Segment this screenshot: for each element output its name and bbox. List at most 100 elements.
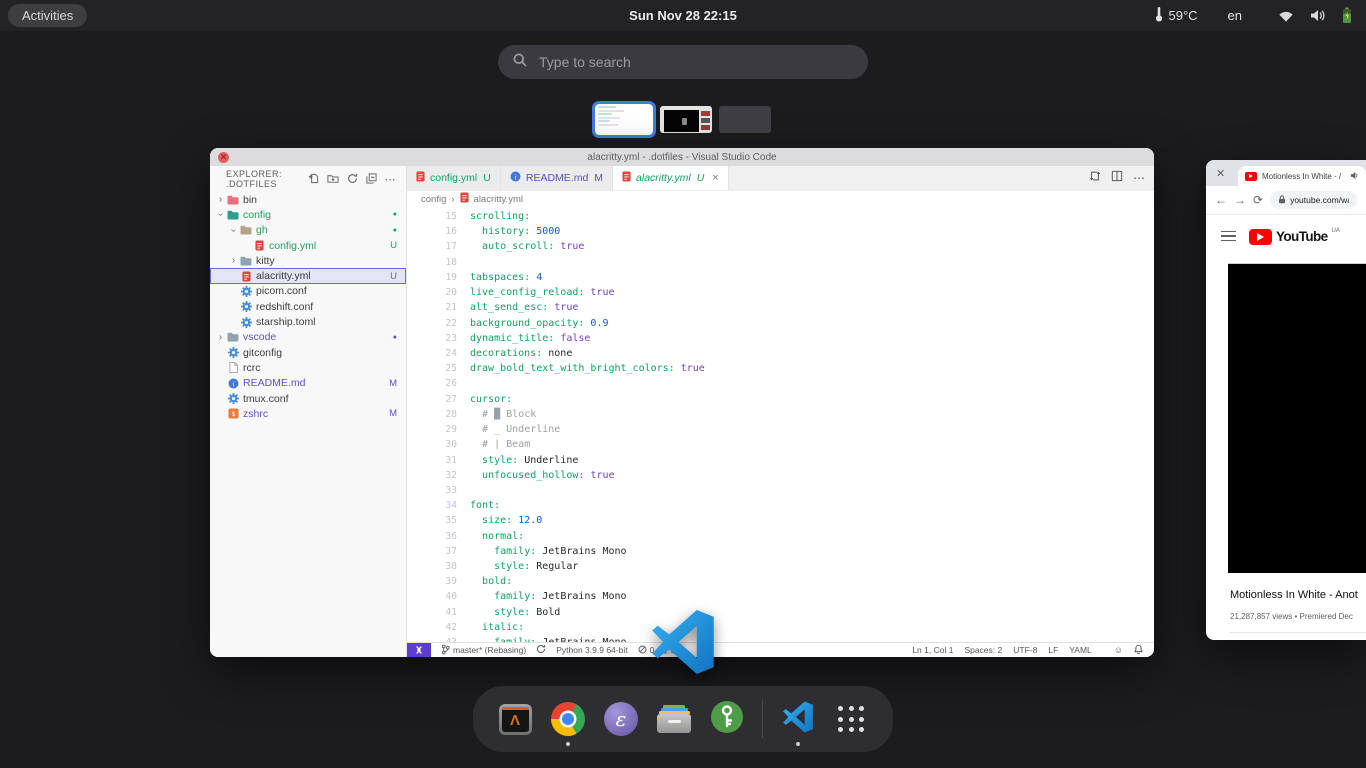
code-line[interactable]: 16 history: 5000 xyxy=(407,224,1154,239)
status-item[interactable]: LF xyxy=(1048,645,1058,655)
code-line[interactable]: 36 normal: xyxy=(407,529,1154,544)
forward-icon[interactable]: → xyxy=(1234,193,1246,207)
breadcrumb[interactable]: config › alacritty.yml xyxy=(407,191,1154,207)
open-changes-icon[interactable] xyxy=(1089,169,1101,187)
code-line[interactable]: 25draw_bold_text_with_bright_colors: tru… xyxy=(407,361,1154,376)
editor-tab[interactable]: iREADME.mdM xyxy=(501,166,613,190)
more-actions-icon[interactable]: ⋯ xyxy=(385,173,397,186)
code-line[interactable]: 23dynamic_title: false xyxy=(407,331,1154,346)
tree-item[interactable]: starship.toml xyxy=(210,314,406,329)
window-close-button[interactable]: ✕ xyxy=(218,152,229,163)
code-line[interactable]: 35 size: 12.0 xyxy=(407,513,1154,528)
search-input[interactable] xyxy=(537,53,853,71)
vscode-window[interactable]: ✕ alacritty.yml - .dotfiles - Visual Stu… xyxy=(210,148,1154,657)
notifications-bell-icon[interactable] xyxy=(1134,644,1143,656)
code-line[interactable]: 38 style: Regular xyxy=(407,559,1154,574)
code-line[interactable]: 34font: xyxy=(407,498,1154,513)
vscode-app-icon[interactable] xyxy=(650,609,716,675)
tree-item[interactable]: iREADME.mdM xyxy=(210,376,406,391)
feedback-icon[interactable]: ☺ xyxy=(1114,645,1123,655)
address-bar[interactable]: youtube.com/wa xyxy=(1270,191,1357,209)
code-line[interactable]: 22background_opacity: 0.9 xyxy=(407,316,1154,331)
keyboard-layout-indicator[interactable]: en xyxy=(1228,8,1242,23)
tree-item[interactable]: ›config● xyxy=(210,207,406,222)
workspace-thumbnail-3[interactable] xyxy=(719,106,771,133)
code-line[interactable]: 37 family: JetBrains Mono xyxy=(407,544,1154,559)
git-branch-status[interactable]: master* (Rebasing) xyxy=(441,644,526,657)
code-line[interactable]: 33 xyxy=(407,483,1154,498)
youtube-logo[interactable]: YouTube UA xyxy=(1249,227,1340,246)
dock-item-keepassxc[interactable] xyxy=(709,701,745,737)
sync-button[interactable] xyxy=(536,644,546,656)
tree-item[interactable]: ›gh● xyxy=(210,223,406,238)
tree-item[interactable]: picom.conf xyxy=(210,284,406,299)
workspace-thumbnail-1[interactable] xyxy=(595,104,653,135)
chrome-window[interactable]: ✕ Motionless In White - / ← → ⟳ youtube.… xyxy=(1206,160,1366,640)
dock-item-alacritty[interactable]: Λ xyxy=(497,701,533,737)
menu-icon[interactable] xyxy=(1221,231,1236,242)
code-line[interactable]: 27cursor: xyxy=(407,392,1154,407)
tree-item[interactable]: $zshrcM xyxy=(210,406,406,421)
dock-item-app-grid[interactable] xyxy=(833,701,869,737)
code-line[interactable]: 15scrolling: xyxy=(407,209,1154,224)
code-line[interactable]: 17 auto_scroll: true xyxy=(407,239,1154,254)
dock-item-vscode[interactable] xyxy=(780,701,816,737)
tree-item[interactable]: ›kitty xyxy=(210,253,406,268)
code-line[interactable]: 18 xyxy=(407,255,1154,270)
tree-item[interactable]: ›bin xyxy=(210,192,406,207)
refresh-icon[interactable] xyxy=(347,173,358,186)
breadcrumb-folder[interactable]: config xyxy=(421,194,446,205)
code-line[interactable]: 24decorations: none xyxy=(407,346,1154,361)
editor-tab[interactable]: config.ymlU xyxy=(407,166,501,190)
tree-item[interactable]: ›vscode● xyxy=(210,330,406,345)
new-file-icon[interactable] xyxy=(308,173,319,186)
code-line[interactable]: 31 style: Underline xyxy=(407,453,1154,468)
code-line[interactable]: 21alt_send_esc: true xyxy=(407,300,1154,315)
editor-more-icon[interactable]: ⋯ xyxy=(1133,171,1145,185)
dock-item-emacs[interactable]: ε xyxy=(603,701,639,737)
status-item[interactable]: Spaces: 2 xyxy=(964,645,1002,655)
clock[interactable]: Sun Nov 28 22:15 xyxy=(629,8,737,23)
editor-tab[interactable]: alacritty.ymlU× xyxy=(613,166,729,190)
back-icon[interactable]: ← xyxy=(1215,193,1227,207)
code-line[interactable]: 39 bold: xyxy=(407,574,1154,589)
dock-item-files[interactable] xyxy=(656,701,692,737)
code-editor[interactable]: 15scrolling:16 history: 500017 auto_scro… xyxy=(407,207,1154,642)
collapse-folders-icon[interactable] xyxy=(366,173,377,186)
status-item[interactable]: UTF-8 xyxy=(1013,645,1037,655)
workspace-thumbnail-2[interactable] xyxy=(660,106,712,133)
status-item[interactable]: YAML xyxy=(1069,645,1092,655)
tree-item[interactable]: tmux.conf xyxy=(210,391,406,406)
overview-search[interactable] xyxy=(498,45,868,79)
code-line[interactable]: 42 italic: xyxy=(407,620,1154,635)
code-line[interactable]: 30 # | Beam xyxy=(407,437,1154,452)
code-line[interactable]: 32 unfocused_hollow: true xyxy=(407,468,1154,483)
code-line[interactable]: 20live_config_reload: true xyxy=(407,285,1154,300)
code-line[interactable]: 28 # █ Block xyxy=(407,407,1154,422)
tab-close-icon[interactable]: ✕ xyxy=(1216,167,1225,180)
breadcrumb-file[interactable]: alacritty.yml xyxy=(474,194,523,205)
python-interpreter[interactable]: Python 3.9.9 64-bit xyxy=(556,645,627,655)
code-line[interactable]: 40 family: JetBrains Mono xyxy=(407,589,1154,604)
code-line[interactable]: 29 # _ Underline xyxy=(407,422,1154,437)
code-line[interactable]: 19tabspaces: 4 xyxy=(407,270,1154,285)
status-item[interactable]: Ln 1, Col 1 xyxy=(912,645,953,655)
code-line[interactable]: 41 style: Bold xyxy=(407,605,1154,620)
tab-audio-icon[interactable] xyxy=(1350,167,1359,185)
code-line[interactable]: 43 family: JetBrains Mono xyxy=(407,635,1154,642)
reload-icon[interactable]: ⟳ xyxy=(1253,193,1263,207)
dock-item-chrome[interactable] xyxy=(550,701,586,737)
tree-item[interactable]: gitconfig xyxy=(210,345,406,360)
close-tab-icon[interactable]: × xyxy=(712,172,718,184)
split-editor-icon[interactable] xyxy=(1111,169,1123,187)
remote-indicator[interactable] xyxy=(407,643,431,657)
tree-item[interactable]: rcrc xyxy=(210,360,406,375)
new-folder-icon[interactable] xyxy=(327,173,339,186)
activities-button[interactable]: Activities xyxy=(8,4,87,27)
tree-item[interactable]: alacritty.ymlU xyxy=(210,268,406,283)
code-line[interactable]: 26 xyxy=(407,376,1154,391)
tree-item[interactable]: config.ymlU xyxy=(210,238,406,253)
video-player[interactable] xyxy=(1228,263,1366,573)
chrome-active-tab[interactable]: Motionless In White - / xyxy=(1238,166,1366,186)
tree-item[interactable]: redshift.conf xyxy=(210,299,406,314)
